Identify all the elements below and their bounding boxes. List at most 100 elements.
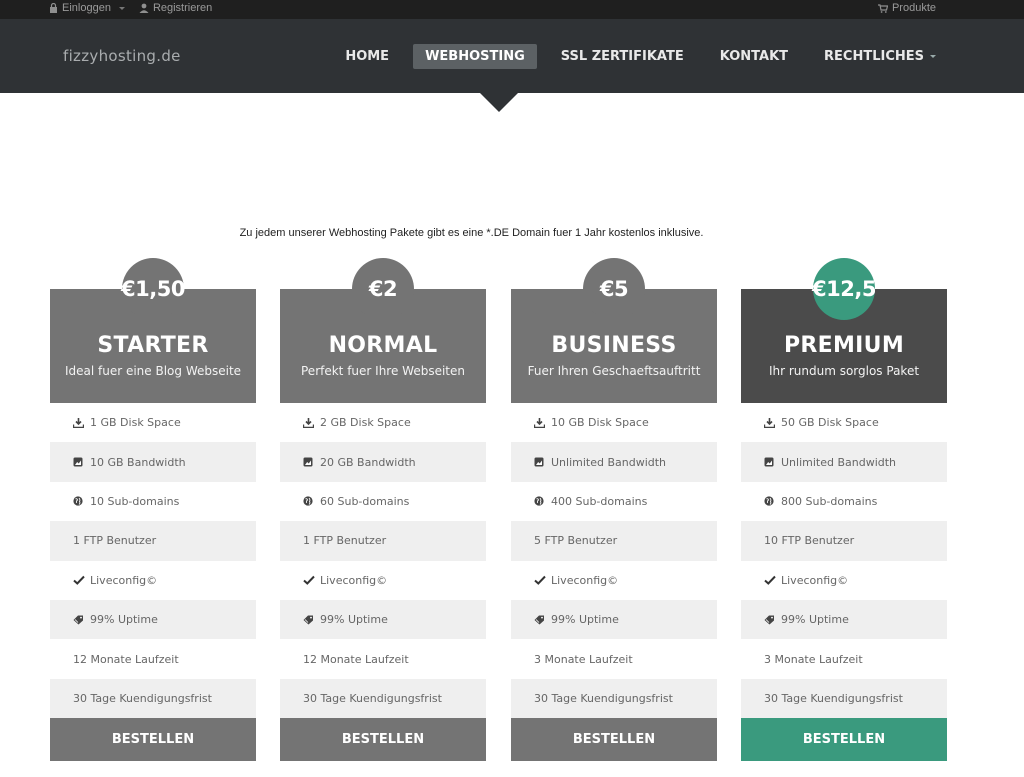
- plan-name: NORMAL: [328, 333, 438, 358]
- nav-ssl-zertifikate[interactable]: SSL ZERTIFIKATE: [549, 44, 696, 69]
- feature-ftp-users-text: 10 FTP Benutzer: [764, 534, 855, 548]
- price-badge: €5: [583, 258, 645, 320]
- feature-notice-period: 30 Tage Kuendigungsfrist: [741, 678, 947, 719]
- order-button[interactable]: BESTELLEN: [511, 718, 717, 762]
- feature-contract-term-text: 12 Monate Laufzeit: [73, 652, 179, 666]
- feature-subdomains: 60 Sub-domains: [280, 482, 486, 521]
- feature-bandwidth-text: 20 GB Bandwidth: [320, 455, 416, 469]
- feature-ftp-users-text: 1 FTP Benutzer: [303, 534, 387, 548]
- tag-icon: [534, 615, 549, 625]
- picture-icon: [764, 457, 779, 467]
- feature-control-panel: Liveconfig©: [280, 561, 486, 600]
- picture-icon: [303, 457, 318, 467]
- products-link[interactable]: Produkte: [877, 2, 936, 14]
- plan-name: PREMIUM: [783, 333, 905, 358]
- feature-control-panel: Liveconfig©: [50, 561, 256, 600]
- feature-notice-period: 30 Tage Kuendigungsfrist: [50, 678, 256, 719]
- plan-card-normal: €2 NORMAL Perfekt fuer Ihre Webseiten 2 GB …: [280, 258, 486, 762]
- feature-contract-term-text: 12 Monate Laufzeit: [303, 652, 409, 666]
- account-links: Einloggen Registrieren: [49, 2, 212, 14]
- order-button[interactable]: BESTELLEN: [280, 718, 486, 762]
- feature-notice-period-text: 30 Tage Kuendigungsfrist: [764, 691, 903, 705]
- plan-card-premium: €12,5 PREMIUM Ihr rundum sorglos Paket 50 G…: [741, 258, 947, 762]
- globe-icon: [534, 496, 549, 507]
- feature-disk-space: 50 GB Disk Space: [741, 403, 947, 442]
- feature-control-panel-text: Liveconfig©: [90, 573, 158, 587]
- nav-home[interactable]: HOME: [333, 44, 401, 69]
- login-label: Einloggen: [62, 2, 111, 14]
- chevron-down-icon: [930, 55, 936, 58]
- feature-list: 50 GB Disk Space Unlimited Bandwidth 800 S…: [741, 403, 947, 719]
- products-area: Produkte: [877, 2, 936, 16]
- site-logo[interactable]: fizzyhosting.de: [63, 47, 181, 65]
- feature-ftp-users: 1 FTP Benutzer: [50, 521, 256, 561]
- feature-notice-period-text: 30 Tage Kuendigungsfrist: [534, 691, 673, 705]
- plan-header: €2 NORMAL Perfekt fuer Ihre Webseiten: [280, 258, 486, 403]
- feature-contract-term: 12 Monate Laufzeit: [50, 639, 256, 678]
- feature-bandwidth-text: Unlimited Bandwidth: [551, 455, 667, 469]
- register-label: Registrieren: [152, 2, 213, 14]
- feature-list: 2 GB Disk Space 20 GB Bandwidth 60 Sub-dom…: [280, 403, 486, 719]
- feature-uptime: 99% Uptime: [280, 599, 486, 640]
- feature-uptime-text: 99% Uptime: [551, 613, 619, 627]
- plan-header: €1,50 STARTER Ideal fuer eine Blog Webseit…: [50, 258, 256, 403]
- globe-icon: [73, 496, 88, 507]
- feature-uptime: 99% Uptime: [741, 599, 947, 640]
- feature-notice-period: 30 Tage Kuendigungsfrist: [511, 678, 717, 719]
- price-badge: €12,5: [812, 258, 876, 320]
- feature-disk-space-text: 50 GB Disk Space: [781, 416, 879, 430]
- nav-webhosting[interactable]: WEBHOSTING: [413, 44, 537, 69]
- login-link[interactable]: Einloggen: [49, 2, 125, 14]
- plan-name: STARTER: [97, 333, 209, 358]
- feature-control-panel: Liveconfig©: [511, 561, 717, 600]
- download-icon: [303, 417, 318, 428]
- feature-control-panel-text: Liveconfig©: [320, 573, 388, 587]
- active-nav-pointer: [480, 93, 518, 112]
- feature-notice-period: 30 Tage Kuendigungsfrist: [280, 678, 486, 719]
- nav-rechtliches-label: RECHTLICHES: [824, 49, 924, 64]
- picture-icon: [73, 457, 88, 467]
- nav-rechtliches[interactable]: RECHTLICHES: [812, 44, 948, 69]
- price-badge: €2: [352, 258, 414, 320]
- nav-kontakt[interactable]: KONTAKT: [708, 44, 800, 69]
- tag-icon: [73, 615, 88, 625]
- feature-control-panel-text: Liveconfig©: [551, 573, 619, 587]
- checkmark-icon: [764, 575, 779, 586]
- plan-tagline: Ihr rundum sorglos Paket: [768, 364, 920, 378]
- tag-icon: [764, 615, 779, 625]
- feature-notice-period-text: 30 Tage Kuendigungsfrist: [73, 691, 212, 705]
- plan-card-business: €5 BUSINESS Fuer Ihren Geschaeftsauftritt 1…: [511, 258, 717, 762]
- feature-ftp-users: 5 FTP Benutzer: [511, 521, 717, 561]
- order-button[interactable]: BESTELLEN: [50, 718, 256, 762]
- feature-notice-period-text: 30 Tage Kuendigungsfrist: [303, 691, 442, 705]
- feature-bandwidth-text: Unlimited Bandwidth: [781, 455, 897, 469]
- register-link[interactable]: Registrieren: [139, 2, 212, 14]
- download-icon: [764, 417, 779, 428]
- feature-list: 1 GB Disk Space 10 GB Bandwidth 10 Sub-dom…: [50, 403, 256, 719]
- feature-subdomains: 800 Sub-domains: [741, 482, 947, 521]
- feature-contract-term: 3 Monate Laufzeit: [741, 639, 947, 678]
- user-icon: [139, 3, 149, 13]
- top-utility-bar: Einloggen Registrieren Produkte: [0, 0, 1024, 19]
- checkmark-icon: [73, 575, 88, 586]
- feature-list: 10 GB Disk Space Unlimited Bandwidth 400 S…: [511, 403, 717, 719]
- feature-ftp-users: 1 FTP Benutzer: [280, 521, 486, 561]
- plan-tagline: Perfekt fuer Ihre Webseiten: [301, 364, 465, 378]
- feature-bandwidth: 20 GB Bandwidth: [280, 442, 486, 482]
- order-button[interactable]: BESTELLEN: [741, 718, 947, 762]
- main-navigation: HOME WEBHOSTING SSL ZERTIFIKATE KONTAKT …: [321, 44, 948, 69]
- feature-bandwidth: Unlimited Bandwidth: [511, 442, 717, 482]
- plan-header: €5 BUSINESS Fuer Ihren Geschaeftsauftritt: [511, 258, 717, 403]
- tag-icon: [303, 615, 318, 625]
- feature-ftp-users-text: 1 FTP Benutzer: [73, 534, 157, 548]
- feature-subdomains-text: 60 Sub-domains: [320, 494, 410, 508]
- feature-disk-space: 1 GB Disk Space: [50, 403, 256, 442]
- globe-icon: [303, 496, 318, 507]
- download-icon: [73, 417, 88, 428]
- cart-icon: [877, 3, 888, 13]
- feature-bandwidth-text: 10 GB Bandwidth: [90, 455, 186, 469]
- feature-uptime-text: 99% Uptime: [320, 613, 388, 627]
- feature-control-panel-text: Liveconfig©: [781, 573, 849, 587]
- lock-icon: [50, 3, 57, 13]
- intro-text: Zu jedem unserer Webhosting Pakete gibt …: [239, 227, 704, 239]
